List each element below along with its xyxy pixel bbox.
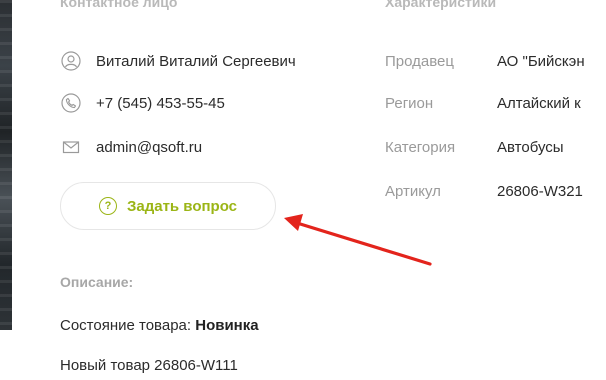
contact-heading: Контактное лицо <box>60 0 178 10</box>
characteristic-value: Автобусы <box>497 138 564 156</box>
characteristic-row-sku: Артикул 26806-W321 <box>385 180 583 202</box>
characteristic-value: Алтайский к <box>497 94 581 112</box>
product-image-edge[interactable] <box>0 0 12 330</box>
characteristic-key: Артикул <box>385 182 441 200</box>
contact-name: Виталий Виталий Сергеевич <box>96 52 296 70</box>
user-icon <box>60 50 82 72</box>
ask-question-label: Задать вопрос <box>126 197 238 215</box>
characteristic-row-seller: Продавец АО "Бийскэн <box>385 50 585 72</box>
characteristics-heading: Характеристики <box>385 0 497 10</box>
phone-icon <box>60 92 82 114</box>
contact-phone-link[interactable]: +7 (545) 453-55-45 <box>96 95 225 112</box>
contact-phone-row: +7 (545) 453-55-45 <box>60 92 225 114</box>
characteristic-row-category: Категория Автобусы <box>385 136 564 158</box>
characteristic-key: Регион <box>385 94 434 112</box>
question-circle-icon: ? <box>98 197 117 215</box>
characteristic-value: АО "Бийскэн <box>497 52 585 70</box>
condition-label: Состояние товара: <box>60 317 192 334</box>
characteristic-value: 26806-W321 <box>497 182 583 200</box>
characteristic-row-region: Регион Алтайский к <box>385 92 581 114</box>
description-text: Новый товар 26806-W111 <box>60 357 238 374</box>
characteristic-key: Продавец <box>385 52 454 70</box>
contact-name-row: Виталий Виталий Сергеевич <box>60 50 296 72</box>
mail-icon <box>60 136 82 158</box>
characteristic-key: Категория <box>385 138 456 156</box>
contact-email-link[interactable]: admin@qsoft.ru <box>96 139 202 156</box>
description-title: Описание: <box>60 274 134 290</box>
product-condition: Состояние товара: Новинка <box>60 317 259 334</box>
ask-question-button[interactable]: ? Задать вопрос <box>60 182 276 230</box>
contact-email-row: admin@qsoft.ru <box>60 136 202 158</box>
product-seller-panel: Контактное лицо Характеристики Виталий В… <box>0 0 606 380</box>
condition-value: Новинка <box>195 317 259 334</box>
